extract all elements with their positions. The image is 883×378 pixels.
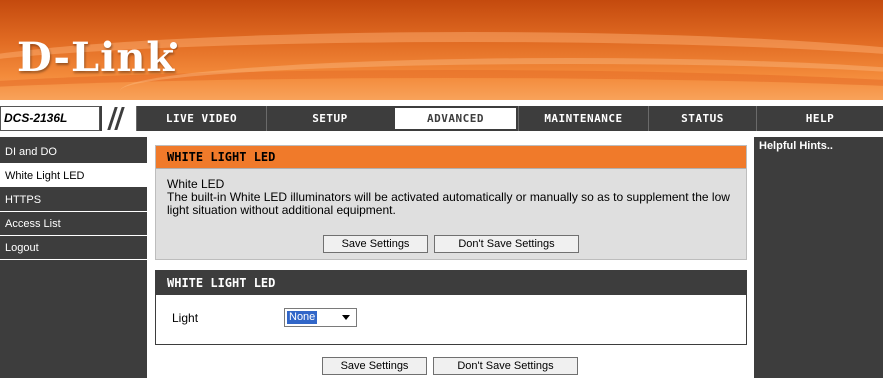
info-panel: WHITE LIGHT LED White LED The built-in W… [155,145,747,260]
settings-panel-header: WHITE LIGHT LED [156,271,746,295]
info-panel-subtitle: White LED [167,177,225,191]
info-panel-description: The built-in White LED illuminators will… [167,190,730,217]
bottom-dont-save-settings-button[interactable]: Don't Save Settings [433,357,578,375]
tab-setup[interactable]: SETUP [266,106,393,131]
sidebar-item-di-and-do[interactable]: DI and DO [0,140,147,164]
header-banner: D-Link [0,0,883,100]
tab-maintenance[interactable]: MAINTENANCE [518,106,648,131]
light-select[interactable]: None [284,308,357,327]
sidebar-item-https[interactable]: HTTPS [0,188,147,212]
helpful-hints-title: Helpful Hints.. [759,140,833,152]
tab-advanced[interactable]: ADVANCED [393,106,518,131]
info-panel-header: WHITE LIGHT LED [156,146,746,169]
settings-panel-title: WHITE LIGHT LED [167,276,276,290]
info-panel-title: WHITE LIGHT LED [167,150,276,164]
slash-separator [102,106,136,131]
model-name: DCS-2136L [4,111,68,125]
bottom-save-settings-button[interactable]: Save Settings [322,357,427,375]
light-select-value: None [287,311,318,324]
sidebar-item-logout[interactable]: Logout [0,236,147,260]
settings-panel: WHITE LIGHT LED Light None [155,270,747,345]
dlink-logo: D-Link [17,34,176,81]
light-label: Light [172,311,199,325]
tab-status[interactable]: STATUS [648,106,756,131]
chevron-down-icon [342,315,350,320]
tab-help[interactable]: HELP [756,106,883,131]
tab-live-video[interactable]: LIVE VIDEO [136,106,266,131]
helpful-hints-panel: Helpful Hints.. [754,137,883,378]
sidebar-item-white-light-led[interactable]: White Light LED [0,164,147,188]
sidebar: DI and DO White Light LED HTTPS Access L… [0,137,147,378]
logo-dot [170,42,177,49]
save-settings-button[interactable]: Save Settings [323,235,428,253]
sidebar-item-access-list[interactable]: Access List [0,212,147,236]
model-box: DCS-2136L [0,106,100,131]
dont-save-settings-button[interactable]: Don't Save Settings [434,235,579,253]
